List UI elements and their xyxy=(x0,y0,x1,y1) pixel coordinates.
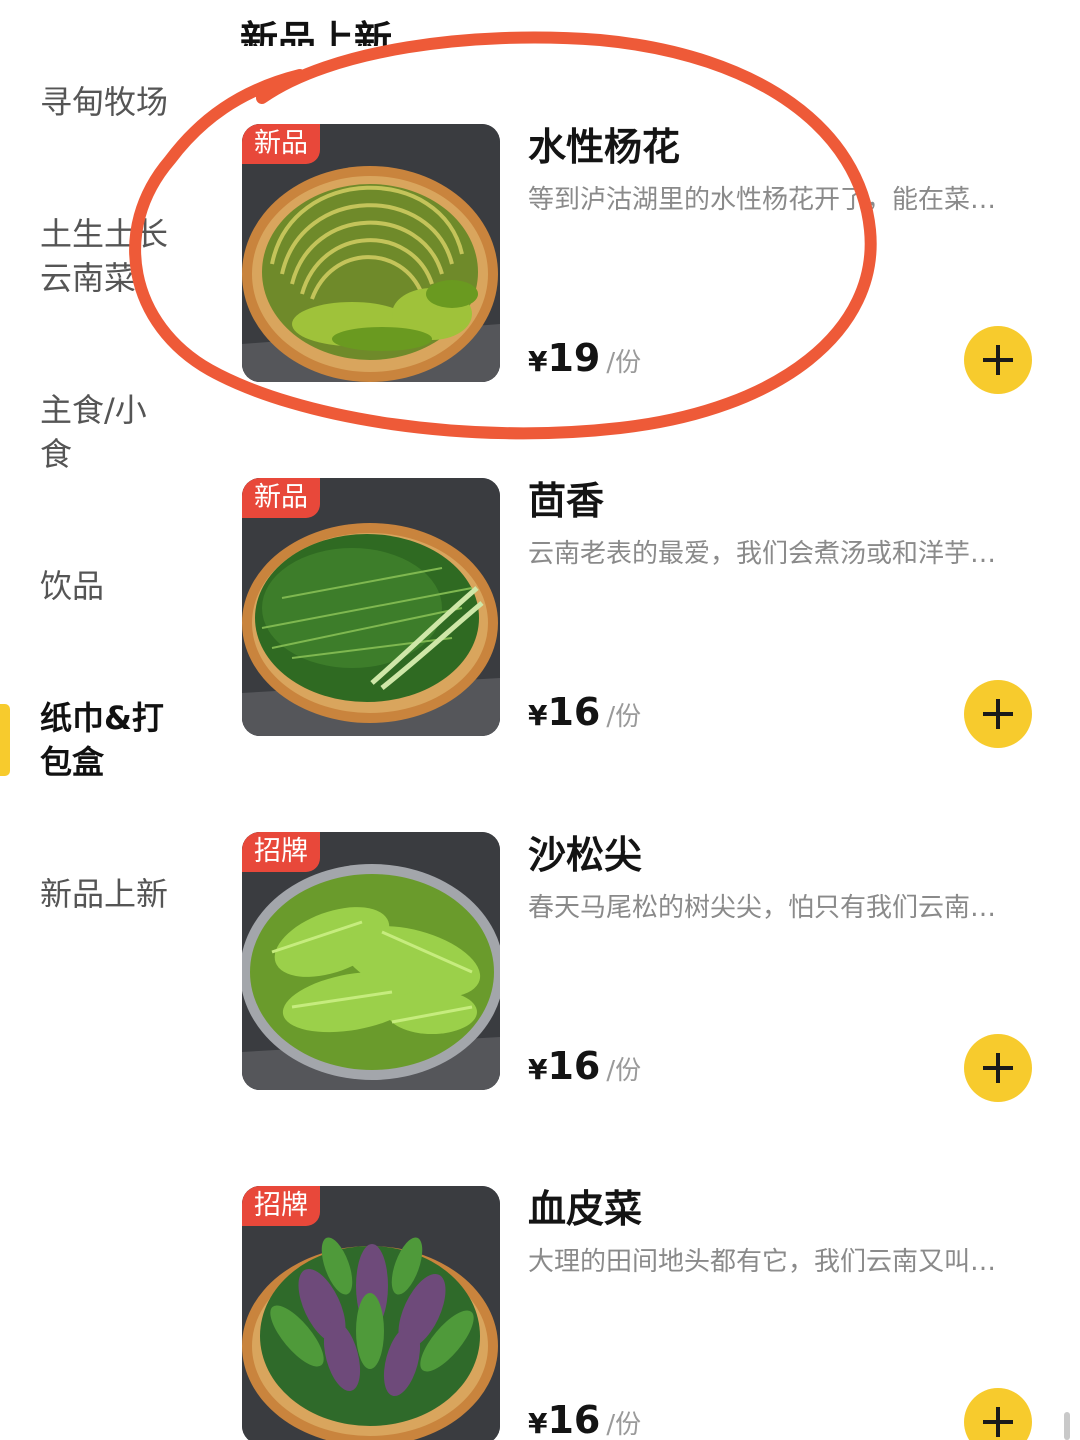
sidebar-item-yunnan-dishes[interactable]: 土生土长云南菜 xyxy=(40,212,175,300)
product-badge: 新品 xyxy=(242,478,320,518)
product-description: 春天马尾松的树尖尖，怕只有我们云南… xyxy=(528,893,997,923)
currency-symbol: ¥ xyxy=(528,345,548,378)
currency-symbol: ¥ xyxy=(528,699,548,732)
price-value: 16 xyxy=(547,690,601,734)
product-price: ¥19/份 xyxy=(528,334,641,390)
plus-icon xyxy=(983,1053,1013,1083)
add-to-cart-button[interactable] xyxy=(964,680,1032,748)
sidebar-item-napkins-boxes[interactable]: 纸巾&打包盒 xyxy=(40,696,170,784)
sidebar-item-staples-snacks[interactable]: 主食/小食 xyxy=(40,388,170,476)
product-price: ¥16/份 xyxy=(528,688,641,744)
menu-page: 新品上新 寻甸牧场 土生土长云南菜 主食/小食 饮品 纸巾&打包盒 新品上新 新… xyxy=(0,0,1080,1440)
product-name: 水性杨花 xyxy=(528,125,681,169)
product-image[interactable]: 新品 xyxy=(242,478,500,736)
product-card[interactable]: 招牌 血皮菜 大理的田间地头都有它，我们云南又叫… ¥16/份 xyxy=(240,1186,1050,1440)
currency-symbol: ¥ xyxy=(528,1053,548,1086)
plus-icon xyxy=(983,699,1013,729)
price-value: 16 xyxy=(547,1044,601,1088)
section-header-text: 新品上新 xyxy=(240,18,393,46)
add-to-cart-button[interactable] xyxy=(964,326,1032,394)
product-card[interactable]: 新品 水性杨花 等到泸沽湖里的水性杨花开了，能在菜… ¥19/份 xyxy=(240,124,1050,394)
category-sidebar: 寻甸牧场 土生土长云南菜 主食/小食 饮品 纸巾&打包盒 新品上新 xyxy=(0,0,220,1440)
product-image[interactable]: 招牌 xyxy=(242,1186,500,1440)
price-unit: /份 xyxy=(606,702,642,732)
currency-symbol: ¥ xyxy=(528,1407,548,1440)
product-description: 大理的田间地头都有它，我们云南又叫… xyxy=(528,1247,997,1277)
sidebar-active-indicator xyxy=(0,704,10,776)
add-to-cart-button[interactable] xyxy=(964,1034,1032,1102)
product-card[interactable]: 招牌 沙松尖 春天马尾松的树尖尖，怕只有我们云南… ¥16/份 xyxy=(240,832,1050,1102)
price-unit: /份 xyxy=(606,1056,642,1086)
scrollbar-thumb[interactable] xyxy=(1064,1412,1070,1440)
product-name: 血皮菜 xyxy=(528,1187,643,1231)
plus-icon xyxy=(983,1407,1013,1437)
product-price: ¥16/份 xyxy=(528,1042,641,1098)
product-description: 等到泸沽湖里的水性杨花开了，能在菜… xyxy=(528,185,997,215)
price-unit: /份 xyxy=(606,348,642,378)
product-badge: 招牌 xyxy=(242,832,320,872)
price-value: 19 xyxy=(547,336,601,380)
price-value: 16 xyxy=(547,1398,601,1440)
product-badge: 招牌 xyxy=(242,1186,320,1226)
section-header-clipped: 新品上新 xyxy=(240,8,440,46)
product-name: 沙松尖 xyxy=(528,833,643,877)
sidebar-item-xundian-ranch[interactable]: 寻甸牧场 xyxy=(40,80,190,124)
product-description: 云南老表的最爱，我们会煮汤或和洋芋… xyxy=(528,539,997,569)
add-to-cart-button[interactable] xyxy=(964,1388,1032,1440)
sidebar-item-drinks[interactable]: 饮品 xyxy=(40,564,190,608)
price-unit: /份 xyxy=(606,1410,642,1440)
plus-icon xyxy=(983,345,1013,375)
product-image[interactable]: 新品 xyxy=(242,124,500,382)
product-name: 茴香 xyxy=(528,479,605,523)
product-card[interactable]: 新品 茴香 云南老表的最爱，我们会煮汤或和洋芋… ¥16/份 xyxy=(240,478,1050,748)
product-badge: 新品 xyxy=(242,124,320,164)
sidebar-item-new-arrivals[interactable]: 新品上新 xyxy=(40,872,190,916)
product-price: ¥16/份 xyxy=(528,1396,641,1440)
product-image[interactable]: 招牌 xyxy=(242,832,500,1090)
